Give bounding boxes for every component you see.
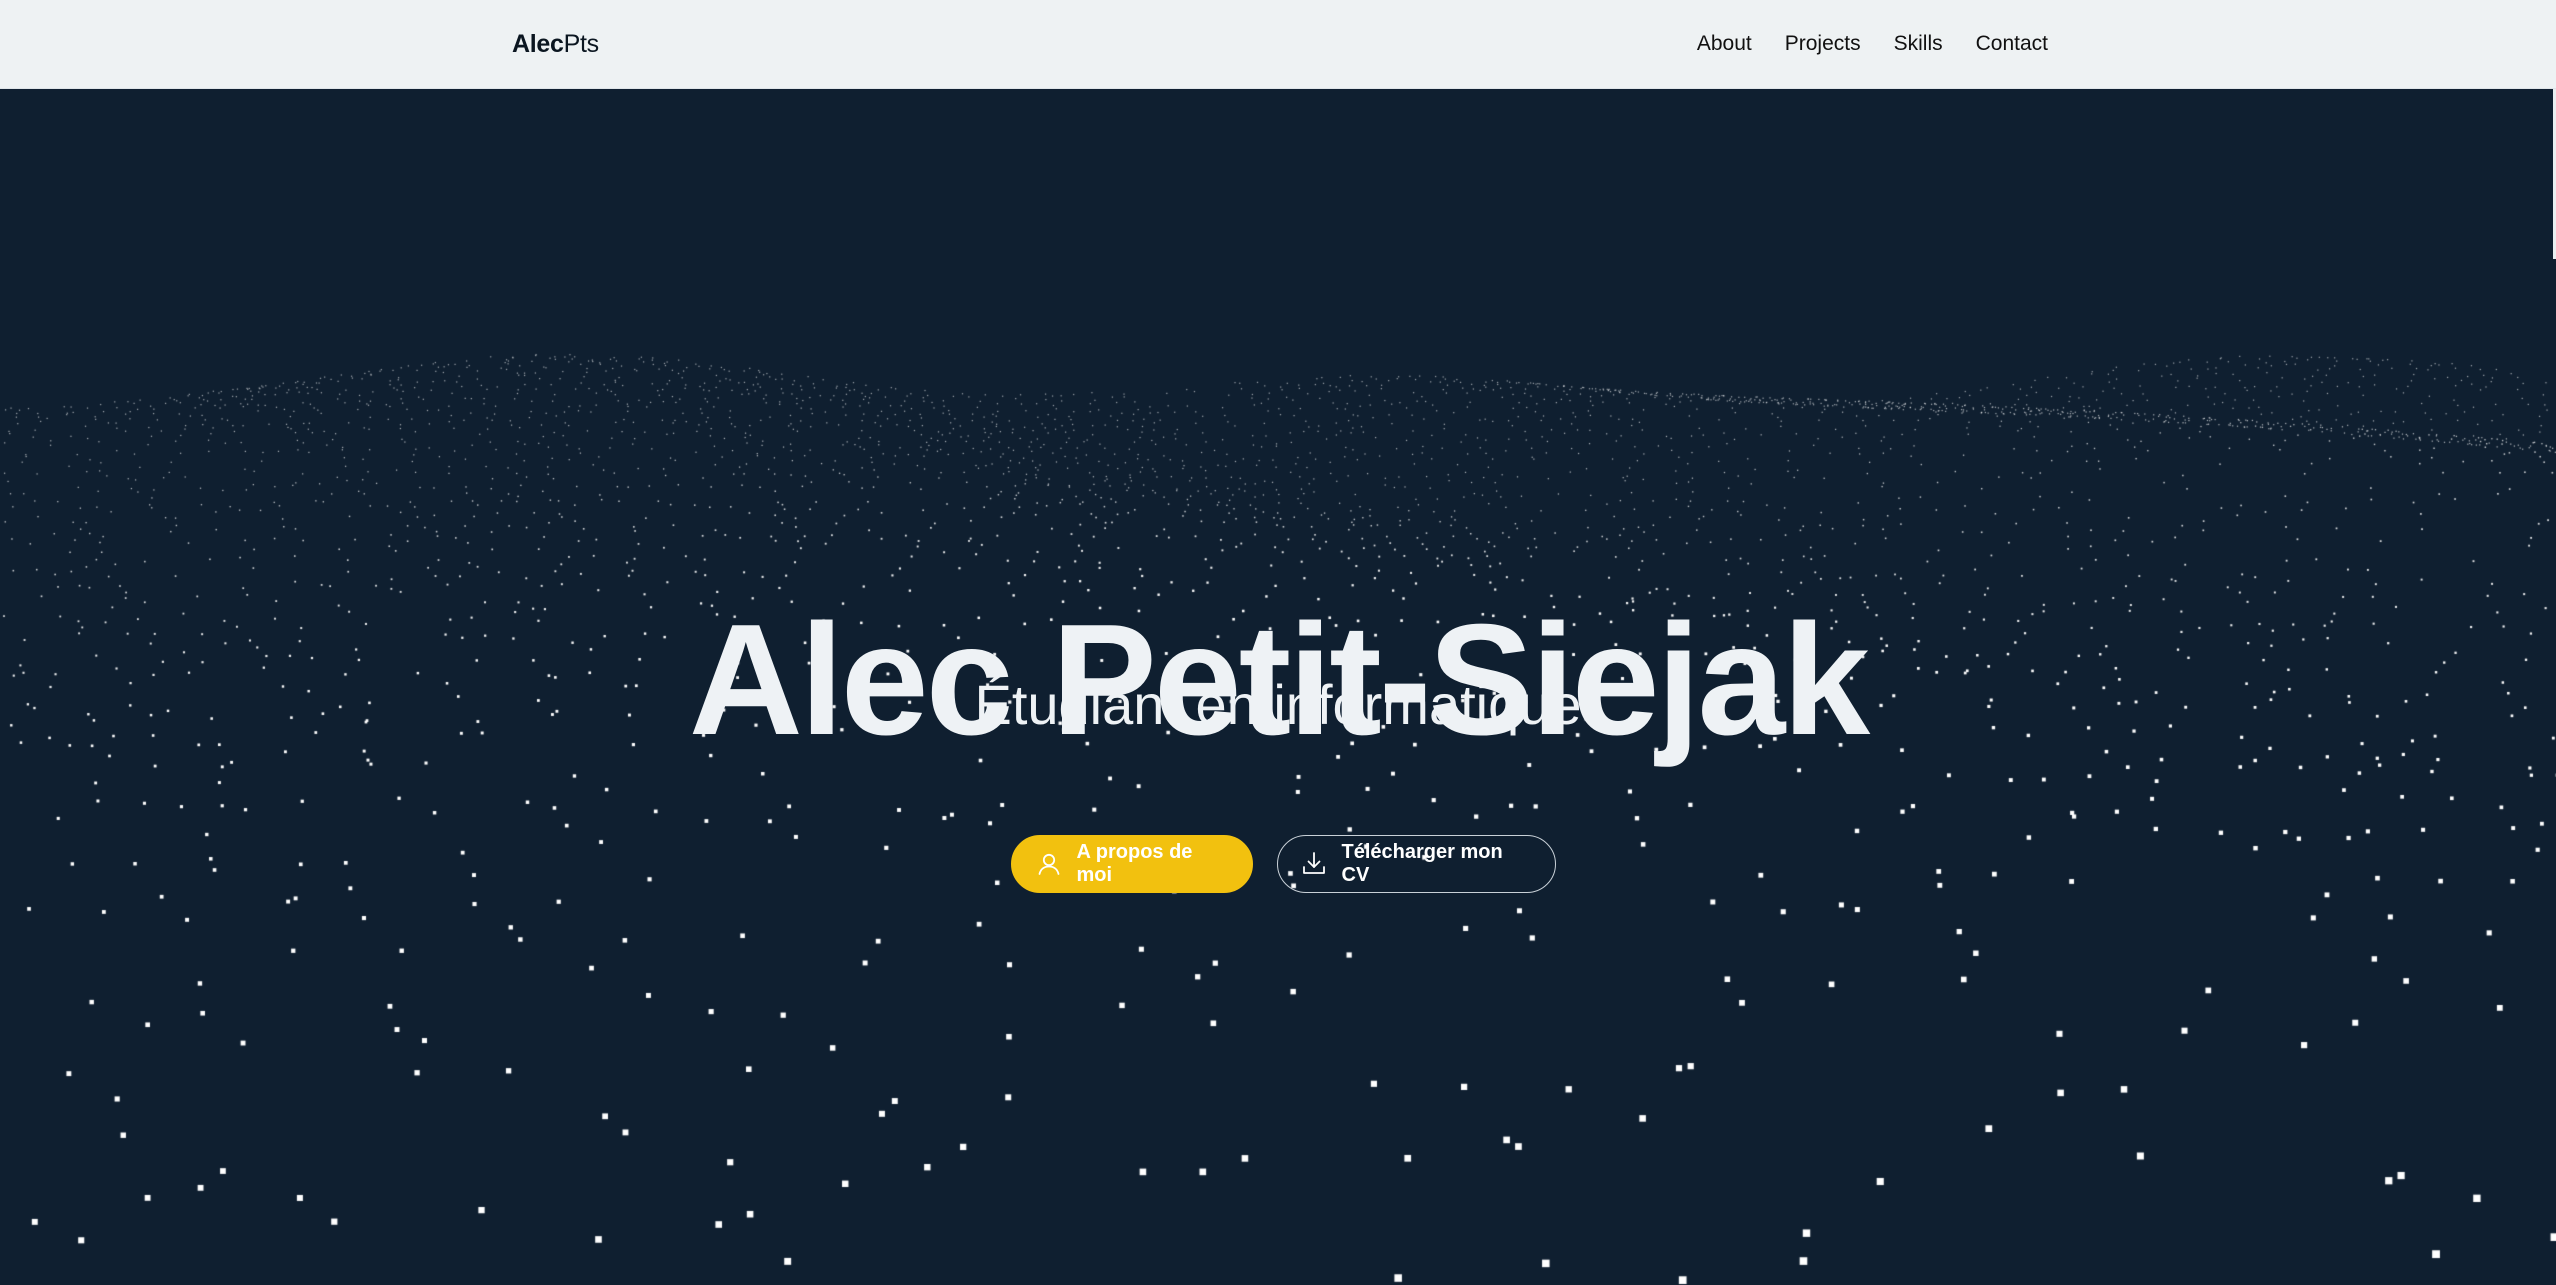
hero-buttons: A propos de moi Télécharger mon CV (0, 835, 2556, 893)
brand-logo-bold: Alec (512, 30, 564, 58)
download-icon (1300, 850, 1328, 878)
nav-link-projects[interactable]: Projects (1785, 28, 1861, 60)
hero-section: Alec Petit-Siejak Étudiant en informatiq… (0, 89, 2556, 1285)
nav-links: About Projects Skills Contact (1697, 28, 2048, 60)
top-navbar: AlecPts About Projects Skills Contact (0, 0, 2556, 89)
nav-link-about[interactable]: About (1697, 28, 1752, 60)
download-cv-button[interactable]: Télécharger mon CV (1276, 835, 1556, 893)
hero-subtitle: Étudiant en informatique (974, 673, 1582, 736)
about-me-button[interactable]: A propos de moi (1010, 835, 1253, 893)
nav-link-skills[interactable]: Skills (1894, 28, 1943, 60)
user-icon (1035, 850, 1063, 878)
brand-logo[interactable]: AlecPts (512, 28, 599, 60)
download-cv-button-label: Télécharger mon CV (1341, 841, 1503, 886)
brand-logo-light: Pts (563, 30, 600, 58)
nav-link-contact[interactable]: Contact (1976, 28, 2048, 60)
about-me-button-label: A propos de moi (1076, 841, 1193, 886)
